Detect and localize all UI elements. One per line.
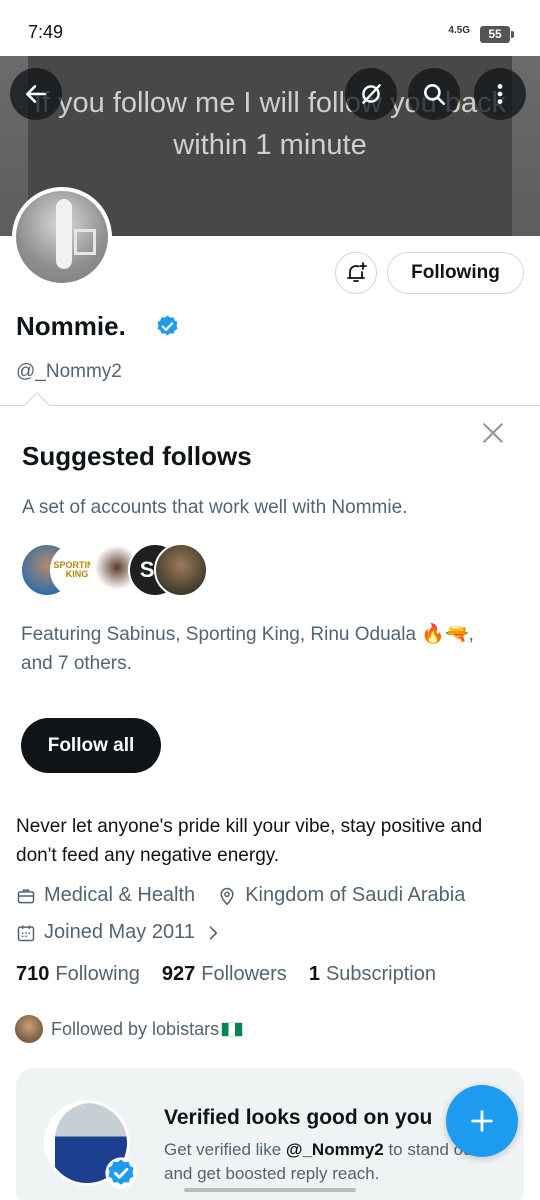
bell-plus-icon xyxy=(347,262,367,282)
plus-icon xyxy=(471,1110,493,1132)
subscription-stat[interactable]: 1 Subscription xyxy=(309,963,436,986)
home-indicator[interactable] xyxy=(184,1188,356,1192)
close-icon[interactable] xyxy=(480,420,506,446)
more-icon xyxy=(497,84,503,104)
notifications-button[interactable] xyxy=(335,252,377,294)
chevron-right-icon xyxy=(209,925,218,940)
search-button[interactable] xyxy=(408,68,460,120)
verified-icon[interactable] xyxy=(155,314,180,339)
suggested-avatar xyxy=(154,543,208,597)
handle: @_Nommy2 xyxy=(16,361,122,382)
suggested-follows-title: Suggested follows xyxy=(22,441,252,471)
avatar xyxy=(13,1013,45,1045)
back-button[interactable] xyxy=(10,68,62,120)
bio: Never let anyone's pride kill your vibe,… xyxy=(16,816,483,866)
verified-icon xyxy=(105,1157,137,1189)
location-icon xyxy=(220,887,234,905)
grok-icon xyxy=(362,84,381,104)
followed-by-text: Followed by lobistars xyxy=(51,1018,220,1039)
status-bar: 7:49 4.5G 55 xyxy=(0,0,540,56)
grok-button[interactable] xyxy=(345,68,397,120)
following-button[interactable]: Following xyxy=(387,252,524,294)
suggested-avatars[interactable]: SPORTING KING SR xyxy=(20,543,220,597)
status-time: 7:49 xyxy=(28,22,64,42)
battery-indicator: 55 xyxy=(480,26,514,43)
promo-title: Verified looks good on you xyxy=(164,1106,433,1129)
back-arrow-icon xyxy=(26,85,46,103)
followed-by[interactable]: Followed by lobistars xyxy=(13,1013,244,1045)
profile-stats: 710 Following 927 Followers 1 Subscription xyxy=(16,963,458,986)
divider xyxy=(0,405,540,406)
profile-category: Medical & Health xyxy=(44,884,196,906)
suggested-follows-description: A set of accounts that work well with No… xyxy=(22,497,408,518)
followers-stat[interactable]: 927 Followers xyxy=(162,963,287,986)
joined-row[interactable]: Joined May 2011 xyxy=(16,921,223,944)
follow-all-button[interactable]: Follow all xyxy=(21,718,161,773)
profile-joined: Joined May 2011 xyxy=(44,921,195,943)
briefcase-icon xyxy=(17,888,35,903)
nigeria-flag-icon xyxy=(221,1021,244,1037)
caret xyxy=(24,392,50,418)
profile-location: Kingdom of Saudi Arabia xyxy=(245,884,466,906)
promo-text: Get verified like @_Nommy2 to stand out … xyxy=(164,1140,478,1183)
search-icon xyxy=(424,84,446,106)
profile-avatar[interactable] xyxy=(12,187,112,287)
network-indicator: 4.5G xyxy=(448,25,470,36)
calendar-icon xyxy=(17,925,35,941)
profile-meta-row: Medical & Health Kingdom of Saudi Arabia xyxy=(16,884,465,907)
suggested-featuring: Featuring Sabinus, Sporting King, Rinu O… xyxy=(21,624,474,674)
compose-button[interactable] xyxy=(446,1085,518,1157)
following-stat[interactable]: 710 Following xyxy=(16,963,140,986)
more-button[interactable] xyxy=(474,68,526,120)
display-name: Nommie. xyxy=(16,311,126,341)
